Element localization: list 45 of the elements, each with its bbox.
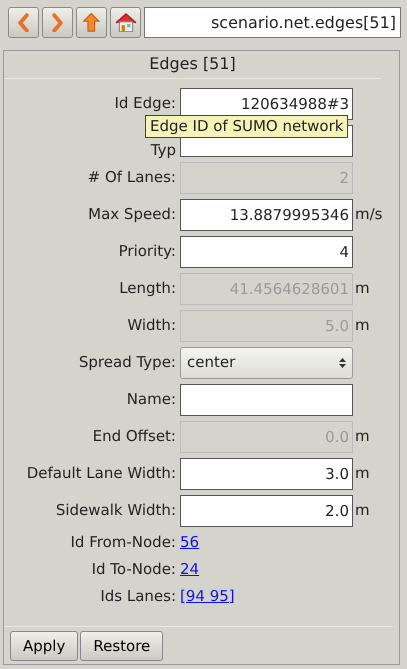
input-field[interactable]: 4	[180, 236, 353, 268]
field-label: Name:	[126, 389, 177, 410]
field-label: Id From-Node:	[70, 532, 177, 554]
unit-label: m	[354, 500, 370, 522]
input-field[interactable]: 13.8879995346	[180, 198, 353, 230]
unit-label: m	[354, 463, 370, 484]
link[interactable]: 56	[180, 531, 200, 554]
navigation-button[interactable]	[110, 7, 141, 38]
dropdown[interactable]: center	[180, 346, 353, 378]
apply-button[interactable]: Apply	[10, 631, 78, 661]
back-icon	[18, 12, 29, 32]
field-label: # Of Lanes:	[86, 167, 177, 188]
input-field[interactable]: 2.0	[180, 494, 353, 526]
field-label: Spread Type:	[78, 352, 177, 374]
field-label: Width:	[126, 315, 177, 336]
input-field[interactable]	[180, 384, 353, 416]
field-label: Default Lane Width:	[26, 463, 177, 484]
up-arrow-icon	[83, 13, 100, 32]
field-label: Priority:	[118, 241, 177, 262]
forward-icon	[52, 12, 63, 32]
field-label: End Offset:	[92, 426, 177, 448]
link[interactable]: 24	[180, 558, 200, 581]
restore-button[interactable]: Restore	[80, 631, 164, 661]
unit-label: m	[354, 315, 370, 336]
navigation-button[interactable]	[42, 7, 73, 38]
spinner-icon	[339, 356, 346, 368]
unit-label: m/s	[354, 204, 382, 226]
field-label: Id To-Node:	[90, 559, 177, 580]
navigation-button[interactable]	[8, 7, 39, 38]
field-label: Ids Lanes:	[99, 586, 177, 608]
field-label: Max Speed:	[87, 204, 177, 226]
unit-label: m	[354, 426, 370, 448]
input-field[interactable]: 3.0	[180, 458, 353, 490]
field-label: Sidewalk Width:	[54, 500, 177, 522]
navigation-button[interactable]	[76, 7, 107, 38]
path-field[interactable]: scenario.net.edges[51]	[144, 7, 401, 38]
link[interactable]: [94 95]	[180, 585, 235, 608]
field-label: Typ	[150, 141, 177, 159]
panel-title: Edges [51]	[4, 51, 381, 79]
field-label: Length:	[118, 278, 177, 300]
field-label: Id Edge:	[113, 93, 177, 114]
tooltip: Edge ID of SUMO network	[145, 115, 348, 138]
unit-label: m	[354, 278, 370, 300]
dropdown-value: center	[187, 352, 236, 374]
home-icon	[114, 12, 136, 32]
